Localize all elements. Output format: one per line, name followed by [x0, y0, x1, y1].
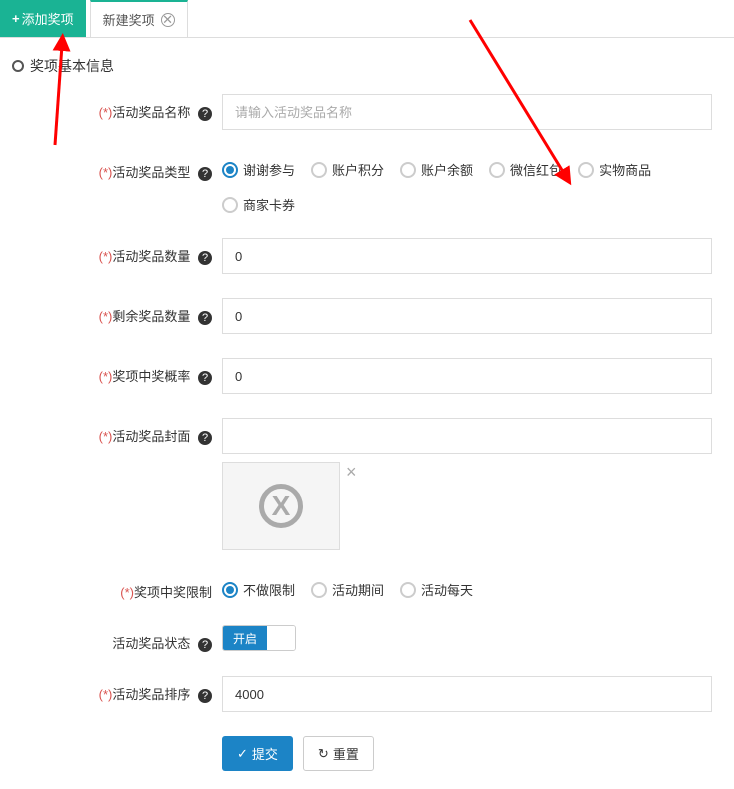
probability-input[interactable]	[222, 358, 712, 394]
close-tab-icon[interactable]: ✕	[161, 13, 175, 27]
name-label: (*)活动奖品名称 ?	[12, 94, 222, 121]
radio-label: 账户余额	[421, 160, 473, 179]
radio-circle-icon	[400, 582, 416, 598]
limit-label: (*)奖项中奖限制	[12, 574, 222, 601]
help-icon[interactable]: ?	[198, 371, 212, 385]
radio-circle-icon	[578, 162, 594, 178]
radio-label: 谢谢参与	[243, 160, 295, 179]
radio-circle-icon	[311, 162, 327, 178]
refresh-icon: ↻	[318, 746, 329, 762]
remaining-input[interactable]	[222, 298, 712, 334]
radio-label: 账户积分	[332, 160, 384, 179]
section-icon	[12, 60, 24, 72]
status-label: 活动奖品状态 ?	[12, 625, 222, 652]
radio-circle-icon	[222, 197, 238, 213]
image-upload-placeholder[interactable]: X	[222, 462, 340, 550]
radio-option[interactable]: 活动每天	[400, 580, 473, 599]
help-icon[interactable]: ?	[198, 431, 212, 445]
check-icon: ✓	[237, 746, 248, 762]
radio-circle-icon	[222, 582, 238, 598]
section-title: 奖项基本信息	[30, 56, 114, 76]
plus-icon: +	[12, 11, 20, 26]
image-remove-icon[interactable]: ×	[346, 462, 357, 483]
add-prize-label: 添加奖项	[22, 9, 74, 28]
section-header: 奖项基本信息	[12, 56, 722, 76]
sort-label: (*)活动奖品排序 ?	[12, 676, 222, 703]
probability-label: (*)奖项中奖概率 ?	[12, 358, 222, 385]
radio-option[interactable]: 微信红包	[489, 160, 562, 179]
radio-option[interactable]: 活动期间	[311, 580, 384, 599]
quantity-label: (*)活动奖品数量 ?	[12, 238, 222, 265]
help-icon[interactable]: ?	[198, 107, 212, 121]
sort-input[interactable]	[222, 676, 712, 712]
radio-label: 活动期间	[332, 580, 384, 599]
radio-label: 实物商品	[599, 160, 651, 179]
cover-label: (*)活动奖品封面 ?	[12, 418, 222, 445]
quantity-input[interactable]	[222, 238, 712, 274]
help-icon[interactable]: ?	[198, 167, 212, 181]
help-icon[interactable]: ?	[198, 311, 212, 325]
radio-label: 不做限制	[243, 580, 295, 599]
x-icon: X	[259, 484, 303, 528]
toggle-on-label: 开启	[223, 626, 267, 650]
radio-label: 微信红包	[510, 160, 562, 179]
radio-option[interactable]: 商家卡券	[222, 195, 295, 214]
radio-option[interactable]: 谢谢参与	[222, 160, 295, 179]
prize-type-radio-group: 谢谢参与 账户积分 账户余额 微信红包 实物商品商家卡券	[222, 154, 722, 214]
limit-radio-group: 不做限制 活动期间 活动每天	[222, 574, 722, 599]
reset-button[interactable]: ↻ 重置	[303, 736, 374, 771]
radio-label: 活动每天	[421, 580, 473, 599]
prize-name-input[interactable]	[222, 94, 712, 130]
cover-input[interactable]	[222, 418, 712, 454]
remaining-label: (*)剩余奖品数量 ?	[12, 298, 222, 325]
submit-button[interactable]: ✓ 提交	[222, 736, 293, 771]
radio-label: 商家卡券	[243, 195, 295, 214]
radio-option[interactable]: 实物商品	[578, 160, 651, 179]
add-prize-tab[interactable]: + 添加奖项	[0, 0, 86, 37]
status-toggle[interactable]: 开启	[222, 625, 296, 651]
help-icon[interactable]: ?	[198, 689, 212, 703]
radio-circle-icon	[489, 162, 505, 178]
help-icon[interactable]: ?	[198, 638, 212, 652]
radio-circle-icon	[311, 582, 327, 598]
radio-option[interactable]: 账户余额	[400, 160, 473, 179]
help-icon[interactable]: ?	[198, 251, 212, 265]
new-prize-tab[interactable]: 新建奖项 ✕	[90, 0, 188, 37]
new-prize-label: 新建奖项	[103, 10, 155, 29]
radio-option[interactable]: 账户积分	[311, 160, 384, 179]
radio-option[interactable]: 不做限制	[222, 580, 295, 599]
type-label: (*)活动奖品类型 ?	[12, 154, 222, 181]
radio-circle-icon	[222, 162, 238, 178]
radio-circle-icon	[400, 162, 416, 178]
